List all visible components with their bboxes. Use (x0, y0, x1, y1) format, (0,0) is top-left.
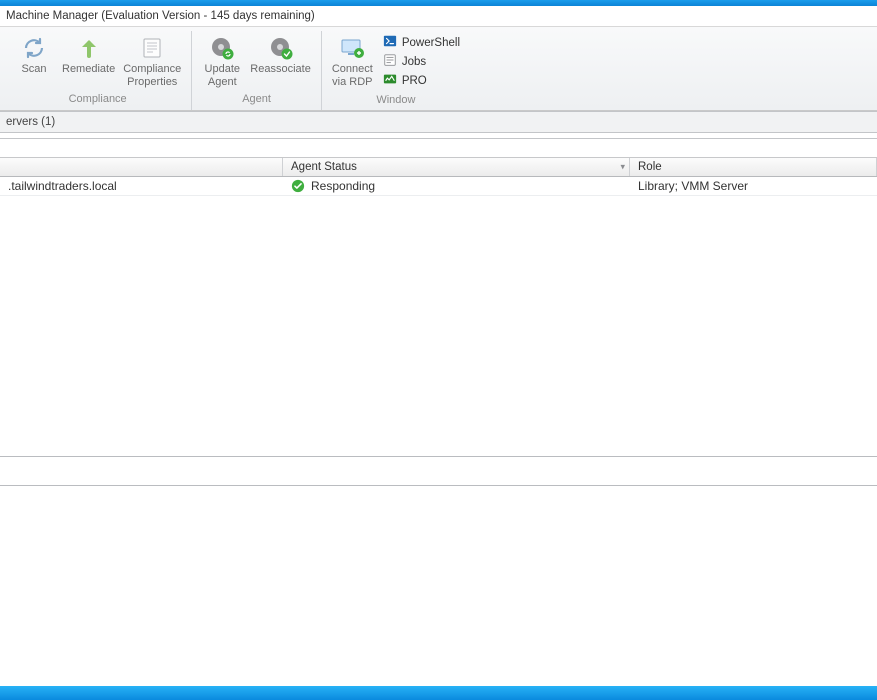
compliance-properties-button[interactable]: ComplianceProperties (119, 31, 185, 91)
update-agent-label: UpdateAgent (205, 63, 240, 89)
lower-pane (0, 486, 877, 686)
powershell-label: PowerShell (402, 37, 460, 49)
ribbon-group-compliance: Scan Remediate ComplianceProperties Comp… (4, 31, 192, 110)
remediate-button[interactable]: Remediate (58, 31, 119, 78)
panel-header: ervers (1) (0, 111, 877, 133)
cell-agent-status: Responding (283, 177, 630, 195)
reassociate-label: Reassociate (250, 63, 311, 76)
column-header-role[interactable]: Role (630, 158, 877, 176)
remediate-label: Remediate (62, 63, 115, 76)
powershell-button[interactable]: PowerShell (381, 33, 462, 52)
column-header-agent-status[interactable]: Agent Status ▾ (283, 158, 630, 176)
reassociate-button[interactable]: Reassociate (246, 31, 315, 78)
details-pane (0, 457, 877, 485)
empty-content-area (0, 196, 877, 456)
jobs-label: Jobs (402, 56, 426, 68)
jobs-icon (383, 53, 397, 70)
disc-refresh-icon (208, 35, 236, 61)
connect-rdp-button[interactable]: Connectvia RDP (328, 31, 377, 91)
table-row[interactable]: .tailwindtraders.local Responding Librar… (0, 177, 877, 196)
ribbon-group-agent: UpdateAgent Reassociate Agent (192, 31, 322, 110)
group-label-agent: Agent (242, 91, 271, 109)
status-ok-icon (291, 179, 305, 193)
disc-link-icon (267, 35, 295, 61)
table-header: Agent Status ▾ Role (0, 157, 877, 177)
powershell-icon (383, 34, 397, 51)
app-window: Machine Manager (Evaluation Version - 14… (0, 0, 877, 700)
dropdown-chevron-icon: ▾ (620, 162, 625, 173)
scan-label: Scan (21, 63, 46, 76)
group-label-compliance: Compliance (69, 91, 127, 109)
ribbon: Scan Remediate ComplianceProperties Comp… (0, 27, 877, 111)
taskbar-stripe (0, 686, 877, 700)
cell-role: Library; VMM Server (630, 177, 877, 195)
arrow-up-icon (75, 35, 103, 61)
column-header-agent-status-label: Agent Status (291, 161, 357, 173)
window-title: Machine Manager (Evaluation Version - 14… (0, 6, 877, 27)
column-header-name[interactable] (0, 158, 283, 176)
cell-name: .tailwindtraders.local (0, 177, 283, 195)
ribbon-group-window: Connectvia RDP PowerShell Jobs PRO (322, 31, 470, 110)
pro-icon (383, 72, 397, 89)
window-title-text: Machine Manager (Evaluation Version - 14… (6, 10, 315, 22)
servers-table: Agent Status ▾ Role .tailwindtraders.loc… (0, 157, 877, 196)
pro-button[interactable]: PRO (381, 71, 462, 90)
jobs-button[interactable]: Jobs (381, 52, 462, 71)
update-agent-button[interactable]: UpdateAgent (198, 31, 246, 91)
refresh-icon (20, 35, 48, 61)
window-mini-list: PowerShell Jobs PRO (377, 31, 464, 92)
connect-rdp-label: Connectvia RDP (332, 63, 373, 89)
pro-label: PRO (402, 75, 427, 87)
group-label-window: Window (376, 92, 415, 110)
document-list-icon (138, 35, 166, 61)
scan-button[interactable]: Scan (10, 31, 58, 78)
monitor-connect-icon (338, 35, 366, 61)
compliance-properties-label: ComplianceProperties (123, 63, 181, 89)
panel-header-text: ervers (1) (6, 116, 55, 128)
column-header-role-label: Role (638, 161, 662, 173)
